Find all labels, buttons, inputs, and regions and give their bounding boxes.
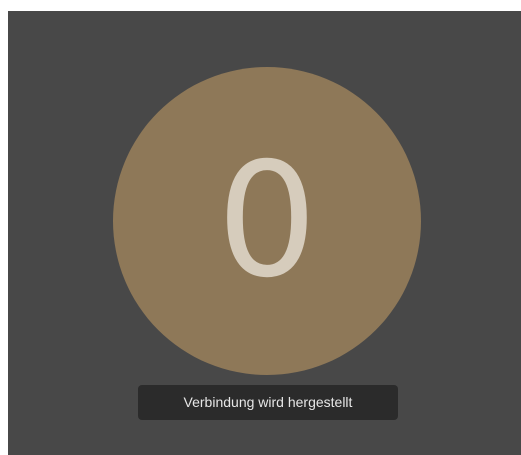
connection-status-label: Verbindung wird hergestellt	[138, 385, 398, 420]
participant-avatar: 0	[113, 67, 421, 375]
avatar-initial: 0	[216, 129, 318, 313]
call-video-area: 0 Verbindung wird hergestellt	[8, 11, 521, 455]
